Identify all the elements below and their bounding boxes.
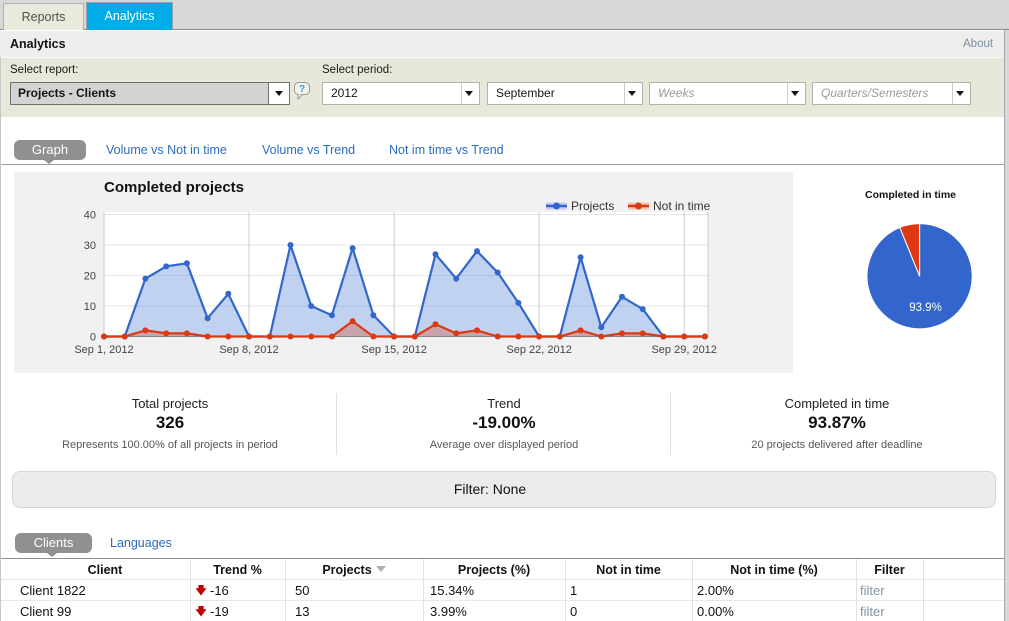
svg-text:10: 10 — [84, 301, 96, 313]
svg-text:Sep 29, 2012: Sep 29, 2012 — [651, 344, 716, 356]
svg-text:Not in time: Not in time — [653, 199, 711, 213]
svg-text:93.9%: 93.9% — [909, 302, 942, 314]
svg-text:0: 0 — [90, 332, 96, 344]
svg-text:Sep 8, 2012: Sep 8, 2012 — [219, 344, 278, 356]
svg-text:30: 30 — [84, 240, 96, 252]
svg-text:Sep 1, 2012: Sep 1, 2012 — [74, 344, 133, 356]
svg-text:40: 40 — [84, 210, 96, 222]
svg-text:Projects: Projects — [571, 199, 614, 213]
svg-text:Sep 15, 2012: Sep 15, 2012 — [361, 344, 426, 356]
svg-text:?: ? — [299, 84, 305, 95]
svg-text:20: 20 — [84, 271, 96, 283]
svg-text:Sep 22, 2012: Sep 22, 2012 — [506, 344, 571, 356]
